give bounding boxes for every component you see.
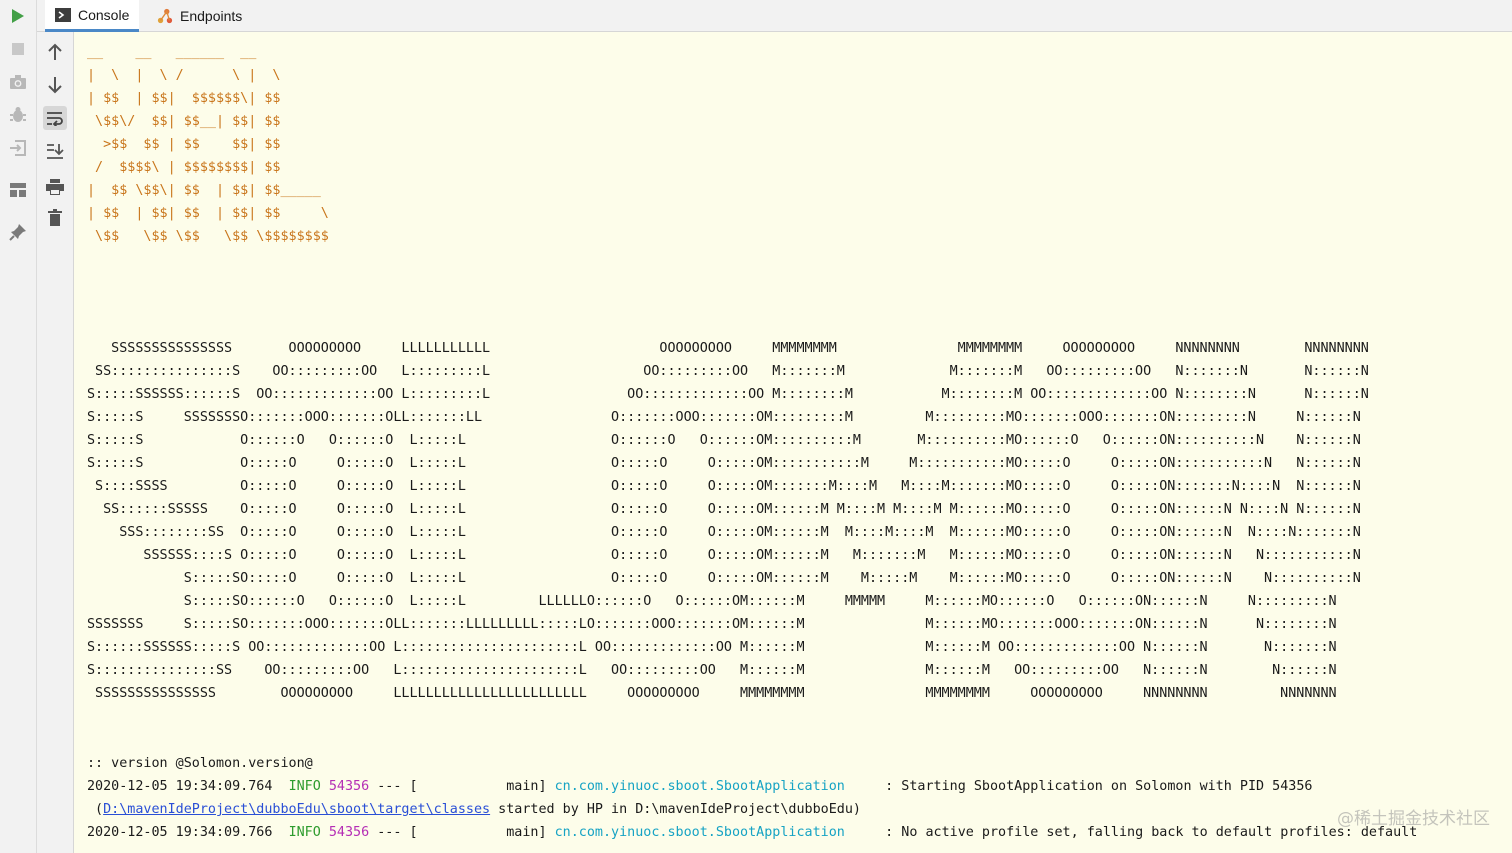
log-level: INFO [288, 779, 321, 794]
log-timestamp: 2020-12-05 19:34:09.766 [87, 825, 273, 840]
pin-icon[interactable] [8, 222, 28, 242]
console-output[interactable]: __ __ ______ __ | \ | \ / \ | \ | $$ | $… [75, 32, 1512, 853]
log-line: 2020-12-05 19:34:09.766 INFO 54356 --- [… [87, 821, 1417, 844]
camera-icon[interactable] [8, 72, 28, 92]
watermark: @稀土掘金技术社区 [1337, 809, 1490, 829]
tab-console[interactable]: Console [45, 0, 140, 32]
run-tool-strip [0, 0, 37, 853]
tab-label: Console [78, 6, 130, 23]
console-icon [55, 7, 71, 23]
version-line: :: version @Solomon.version@ [87, 756, 313, 771]
scroll-to-end-icon[interactable] [43, 139, 67, 163]
log-prefix: ( [87, 802, 104, 817]
log-separator: --- [ [377, 779, 418, 794]
log-thread: main] [417, 825, 547, 840]
log-logger: cn.com.yinuoc.sboot.SbootApplication [554, 825, 845, 840]
soft-wrap-icon[interactable] [43, 106, 67, 130]
run-icon[interactable] [8, 6, 28, 26]
run-tabs-bar: Console Endpoints [37, 0, 1512, 32]
endpoints-icon [157, 8, 173, 24]
log-line: 2020-12-05 19:34:09.764 INFO 54356 --- [… [87, 775, 1417, 798]
log-line: (D:\mavenIdeProject\dubboEdu\sboot\targe… [87, 798, 1417, 821]
log-timestamp: 2020-12-05 19:34:09.764 [87, 779, 273, 794]
arrow-up-icon[interactable] [43, 40, 67, 64]
log-level: INFO [288, 825, 321, 840]
log-pid: 54356 [328, 825, 370, 840]
debug-icon[interactable] [8, 105, 28, 125]
tab-endpoints[interactable]: Endpoints [147, 0, 252, 31]
log-separator: --- [ [377, 825, 418, 840]
ascii-banner-xal: __ __ ______ __ | \ | \ / \ | \ | $$ | $… [87, 45, 329, 244]
log-logger: cn.com.yinuoc.sboot.SbootApplication [554, 779, 845, 794]
stop-icon[interactable] [8, 39, 28, 59]
layout-icon[interactable] [8, 180, 28, 200]
log-thread: main] [417, 779, 547, 794]
log-message: : Starting SbootApplication on Solomon w… [844, 779, 1313, 794]
print-icon[interactable] [43, 175, 67, 199]
console-toolbar [37, 32, 74, 853]
tab-label: Endpoints [180, 7, 243, 24]
arrow-down-icon[interactable] [43, 73, 67, 97]
log-pid: 54356 [328, 779, 370, 794]
trash-icon[interactable] [43, 206, 67, 230]
log-output: :: version @Solomon.version@ 2020-12-05 … [87, 752, 1417, 844]
log-message: : No active profile set, falling back to… [844, 825, 1418, 840]
log-suffix: started by HP in D:\mavenIdeProject\dubb… [490, 802, 861, 817]
classpath-link[interactable]: D:\mavenIdeProject\dubboEdu\sboot\target… [103, 802, 490, 817]
exit-icon[interactable] [8, 138, 28, 158]
ascii-banner-solomon: SSSSSSSSSSSSSSS OOOOOOOOO LLLLLLLLLLL OO… [87, 341, 1369, 701]
